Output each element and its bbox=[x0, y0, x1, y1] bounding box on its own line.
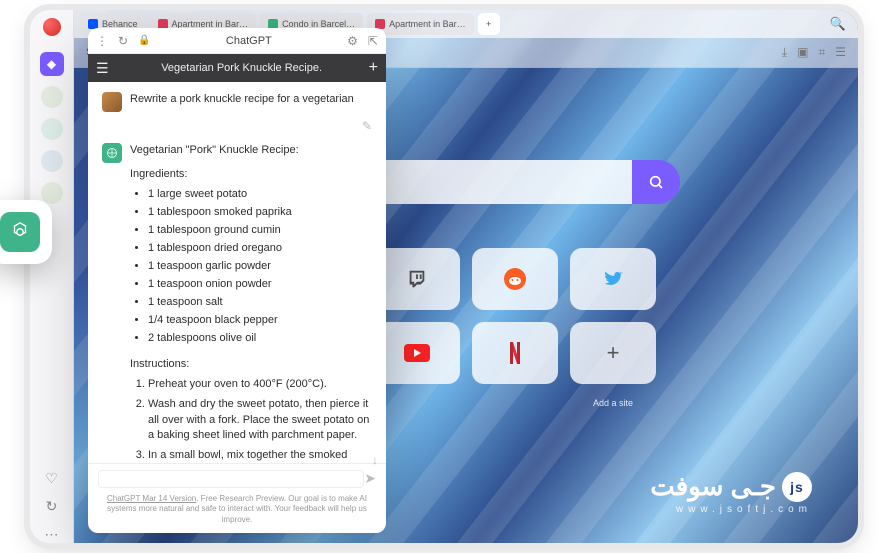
assistant-message: Vegetarian "Pork" Knuckle Recipe: Ingred… bbox=[102, 143, 372, 462]
panel-mini-toolbar: ⋮ ↻ 🔒 ChatGPT ⚙ ⇱ bbox=[88, 28, 386, 54]
user-avatar-icon bbox=[102, 92, 122, 112]
instruction-item: In a small bowl, mix together the smoked… bbox=[148, 448, 372, 462]
user-message: Rewrite a pork knuckle recipe for a vege… bbox=[102, 92, 372, 112]
tile-caption: Add a site bbox=[570, 396, 656, 408]
chatgpt-fab[interactable] bbox=[0, 200, 52, 264]
camera-icon[interactable]: ⌗ bbox=[818, 45, 825, 60]
snapshot-icon[interactable]: ▣ bbox=[797, 45, 808, 60]
ingredient-item: 1 tablespoon ground cumin bbox=[148, 223, 372, 239]
ingredients-heading: Ingredients: bbox=[130, 167, 372, 183]
settings-icon[interactable]: ⚙ bbox=[347, 34, 358, 48]
watermark-url: www.jsoftj.com bbox=[650, 504, 812, 515]
tile-netflix[interactable] bbox=[472, 322, 558, 384]
settings-icon[interactable]: ☰ bbox=[835, 45, 846, 60]
search-icon bbox=[648, 174, 664, 190]
thread-title: Vegetarian Pork Knuckle Recipe. bbox=[115, 62, 369, 74]
instruction-item: Preheat your oven to 400°F (200°C). bbox=[148, 377, 372, 393]
composer: ➤ bbox=[88, 463, 386, 490]
scroll-down-icon[interactable]: ↓ bbox=[372, 452, 378, 463]
sidebar-app-icon[interactable] bbox=[41, 118, 63, 140]
watermark: جـى سوفتjs www.jsoftj.com bbox=[650, 471, 812, 515]
sidebar-app-icon[interactable] bbox=[41, 150, 63, 172]
ingredient-item: 1 tablespoon dried oregano bbox=[148, 241, 372, 257]
user-message-text: Rewrite a pork knuckle recipe for a vege… bbox=[130, 92, 372, 112]
ingredient-item: 1 teaspoon salt bbox=[148, 295, 372, 311]
send-icon[interactable]: ➤ bbox=[364, 470, 376, 487]
watermark-text: جـى سوفت bbox=[650, 471, 776, 502]
more-icon[interactable]: ⋯ bbox=[43, 525, 61, 543]
device-frame: ◆ ♡ ↻ ⋯ Behance Apartment in Bar… Condo … bbox=[30, 10, 858, 543]
browser-left-rail: ◆ ♡ ↻ ⋯ bbox=[30, 10, 74, 543]
reload-icon[interactable]: ↻ bbox=[118, 34, 128, 48]
tile-youtube[interactable] bbox=[374, 322, 460, 384]
tile-caption bbox=[472, 396, 558, 408]
panel-site-title: ChatGPT bbox=[226, 35, 272, 47]
chatgpt-icon bbox=[0, 212, 40, 252]
edit-icon[interactable]: ✎ bbox=[362, 118, 372, 135]
download-icon[interactable]: ⤓ bbox=[782, 45, 787, 60]
reply-title: Vegetarian "Pork" Knuckle Recipe: bbox=[130, 143, 372, 159]
menu-icon[interactable]: ☰ bbox=[96, 60, 109, 77]
instructions-list: Preheat your oven to 400°F (200°C). Wash … bbox=[130, 377, 372, 463]
tile-caption bbox=[374, 396, 460, 408]
popout-icon[interactable]: ⇱ bbox=[368, 34, 378, 48]
instruction-item: Wash and dry the sweet potato, then pier… bbox=[148, 397, 372, 445]
ingredients-list: 1 large sweet potato 1 tablespoon smoked … bbox=[130, 187, 372, 346]
ingredient-item: 1/4 teaspoon black pepper bbox=[148, 313, 372, 329]
new-tab-button[interactable]: + bbox=[478, 13, 500, 35]
tile-twitch[interactable] bbox=[374, 248, 460, 310]
watermark-badge-icon: js bbox=[782, 472, 812, 502]
assistant-avatar-icon bbox=[102, 143, 122, 163]
lock-icon: 🔒 bbox=[138, 35, 150, 46]
message-input[interactable] bbox=[98, 470, 364, 488]
tile-twitter[interactable] bbox=[570, 248, 656, 310]
new-thread-button[interactable]: + bbox=[369, 59, 378, 77]
ingredient-item: 2 tablespoons olive oil bbox=[148, 331, 372, 347]
ingredient-item: 1 tablespoon smoked paprika bbox=[148, 205, 372, 221]
chatgpt-panel: ⋮ ↻ 🔒 ChatGPT ⚙ ⇱ ☰ Vegetarian Pork Knuc… bbox=[88, 28, 386, 533]
workspace-button[interactable]: ◆ bbox=[40, 52, 64, 76]
ingredient-item: 1 teaspoon garlic powder bbox=[148, 259, 372, 275]
chat-scroll[interactable]: Rewrite a pork knuckle recipe for a vege… bbox=[88, 82, 386, 463]
tile-reddit[interactable] bbox=[472, 248, 558, 310]
history-icon[interactable]: ↻ bbox=[43, 497, 61, 515]
more-icon[interactable]: ⋮ bbox=[96, 34, 108, 48]
heart-icon[interactable]: ♡ bbox=[43, 469, 61, 487]
sidebar-app-icon[interactable] bbox=[41, 182, 63, 204]
search-icon[interactable]: 🔍 bbox=[830, 16, 846, 32]
tile-add-site[interactable]: + bbox=[570, 322, 656, 384]
opera-logo-icon bbox=[43, 18, 61, 36]
search-button[interactable] bbox=[632, 160, 680, 204]
tab-label: Apartment in Bar… bbox=[389, 19, 466, 29]
panel-thread-header: ☰ Vegetarian Pork Knuckle Recipe. + bbox=[88, 54, 386, 82]
ingredient-item: 1 large sweet potato bbox=[148, 187, 372, 203]
disclaimer-link[interactable]: ChatGPT Mar 14 Version bbox=[107, 494, 196, 503]
ingredient-item: 1 teaspoon onion powder bbox=[148, 277, 372, 293]
instructions-heading: Instructions: bbox=[130, 357, 372, 373]
sidebar-app-icon[interactable] bbox=[41, 86, 63, 108]
disclaimer: ChatGPT Mar 14 Version. Free Research Pr… bbox=[88, 490, 386, 533]
